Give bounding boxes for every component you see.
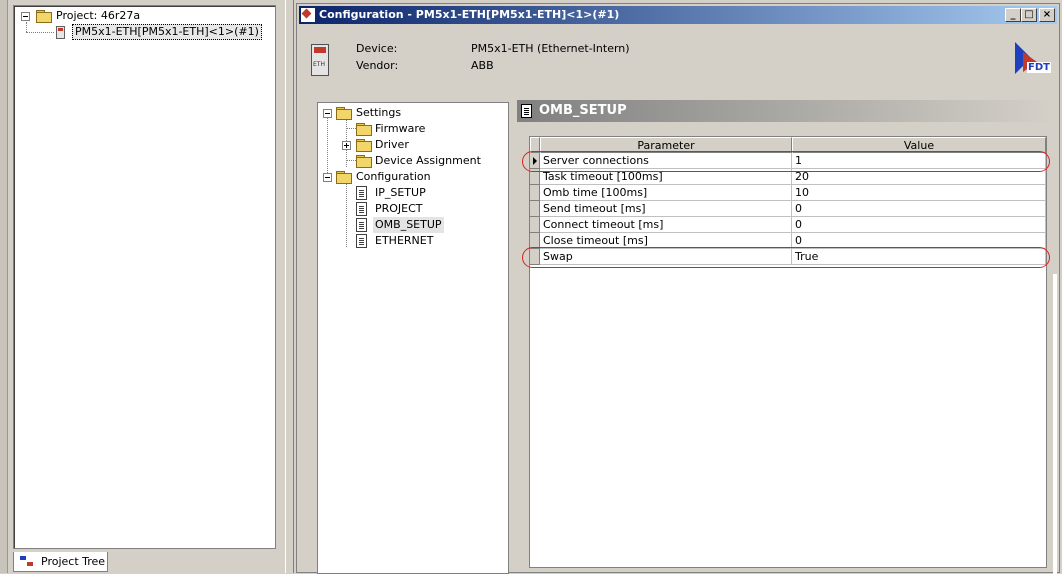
navigation-tree[interactable]: Settings Firmware Driver Device Assignme… <box>317 102 509 574</box>
nav-driver[interactable]: Driver <box>375 137 409 153</box>
grid-header: Parameter Value <box>530 137 1046 153</box>
row-selector <box>530 185 540 201</box>
table-row[interactable]: Swap True <box>530 249 1046 265</box>
collapse-configuration-icon[interactable] <box>323 173 332 182</box>
table-row[interactable]: Send timeout [ms] 0 <box>530 201 1046 217</box>
param-name: Server connections <box>540 153 792 169</box>
section-title: OMB_SETUP <box>539 103 627 118</box>
tree-line <box>26 22 28 32</box>
tree-line <box>346 160 356 162</box>
param-value[interactable]: 0 <box>792 217 1046 233</box>
param-name: Task timeout [100ms] <box>540 169 792 185</box>
param-value[interactable]: 20 <box>792 169 1046 185</box>
nav-firmware[interactable]: Firmware <box>375 121 425 137</box>
project-root-label[interactable]: Project: 46r27a <box>56 8 140 24</box>
param-value[interactable]: 10 <box>792 185 1046 201</box>
minimize-button[interactable]: _ <box>1005 8 1021 22</box>
document-icon <box>356 186 367 200</box>
param-name: Send timeout [ms] <box>540 201 792 217</box>
row-selector <box>530 249 540 265</box>
tree-line <box>346 183 348 247</box>
document-icon <box>356 202 367 216</box>
param-value[interactable]: 0 <box>792 233 1046 249</box>
nav-ip-setup[interactable]: IP_SETUP <box>375 185 426 201</box>
fdt-logo-icon: FDT <box>1015 42 1051 76</box>
document-icon <box>521 104 532 118</box>
document-icon <box>356 218 367 232</box>
document-icon <box>356 234 367 248</box>
maximize-button[interactable]: □ <box>1021 8 1037 22</box>
param-value[interactable]: 1 <box>792 153 1046 169</box>
row-selector-header <box>530 137 540 153</box>
folder-icon <box>336 171 352 184</box>
panel-splitter[interactable] <box>285 0 294 573</box>
folder-icon <box>356 123 372 136</box>
project-tree-icon <box>20 556 34 567</box>
param-name: Close timeout [ms] <box>540 233 792 249</box>
device-icon <box>311 44 329 76</box>
table-row[interactable]: Omb time [100ms] 10 <box>530 185 1046 201</box>
window-title: Configuration - PM5x1-ETH[PM5x1-ETH]<1>(… <box>319 8 620 21</box>
device-header: Device: PM5x1-ETH (Ethernet-Intern) Vend… <box>299 26 1057 90</box>
nav-omb-setup[interactable]: OMB_SETUP <box>373 217 444 233</box>
param-value[interactable]: 0 <box>792 201 1046 217</box>
folder-icon <box>36 10 52 23</box>
collapse-project-icon[interactable] <box>21 12 30 21</box>
param-value[interactable]: True <box>792 249 1046 265</box>
nav-configuration[interactable]: Configuration <box>356 169 431 185</box>
table-row[interactable]: Connect timeout [ms] 0 <box>530 217 1046 233</box>
folder-icon <box>336 107 352 120</box>
collapse-settings-icon[interactable] <box>323 109 332 118</box>
row-selector <box>530 217 540 233</box>
device-node-label[interactable]: PM5x1-ETH[PM5x1-ETH]<1>(#1) <box>72 24 262 40</box>
configuration-window: Configuration - PM5x1-ETH[PM5x1-ETH]<1>(… <box>296 3 1060 574</box>
vendor-label: Vendor: <box>356 59 399 72</box>
param-name: Swap <box>540 249 792 265</box>
nav-ethernet[interactable]: ETHERNET <box>375 233 433 249</box>
tree-line <box>346 128 356 130</box>
param-name: Connect timeout [ms] <box>540 217 792 233</box>
device-value: PM5x1-ETH (Ethernet-Intern) <box>471 42 630 55</box>
parameter-grid: Parameter Value Server connections 1 Tas… <box>522 136 1050 568</box>
table-row[interactable]: Close timeout [ms] 0 <box>530 233 1046 249</box>
left-edge-strip <box>0 0 8 573</box>
section-header: OMB_SETUP <box>517 100 1053 122</box>
device-label: Device: <box>356 42 398 55</box>
row-selector <box>530 233 540 249</box>
nav-device-assignment[interactable]: Device Assignment <box>375 153 481 169</box>
table-row[interactable]: Task timeout [100ms] 20 <box>530 169 1046 185</box>
window-title-bar[interactable]: Configuration - PM5x1-ETH[PM5x1-ETH]<1>(… <box>299 6 1057 24</box>
parameter-column-header[interactable]: Parameter <box>540 137 792 153</box>
row-pointer-icon <box>530 153 540 169</box>
vendor-value: ABB <box>471 59 494 72</box>
param-name: Omb time [100ms] <box>540 185 792 201</box>
device-icon <box>56 26 65 39</box>
nav-settings[interactable]: Settings <box>356 105 401 121</box>
app-icon <box>301 8 315 22</box>
project-tree-tab[interactable]: Project Tree <box>13 552 108 572</box>
close-button[interactable]: × <box>1039 8 1055 22</box>
right-edge <box>1053 274 1057 574</box>
row-selector <box>530 201 540 217</box>
expand-driver-icon[interactable] <box>342 141 351 150</box>
folder-icon <box>356 139 372 152</box>
table-row[interactable]: Server connections 1 <box>530 153 1046 169</box>
tree-line <box>327 117 329 177</box>
tree-line <box>26 32 54 34</box>
project-tree-panel[interactable]: Project: 46r27a PM5x1-ETH[PM5x1-ETH]<1>(… <box>13 5 276 549</box>
project-tree-tab-label: Project Tree <box>41 555 106 568</box>
nav-project[interactable]: PROJECT <box>375 201 423 217</box>
value-column-header[interactable]: Value <box>792 137 1046 153</box>
folder-icon <box>356 155 372 168</box>
fdt-logo-text: FDT <box>1027 62 1051 73</box>
row-selector <box>530 169 540 185</box>
